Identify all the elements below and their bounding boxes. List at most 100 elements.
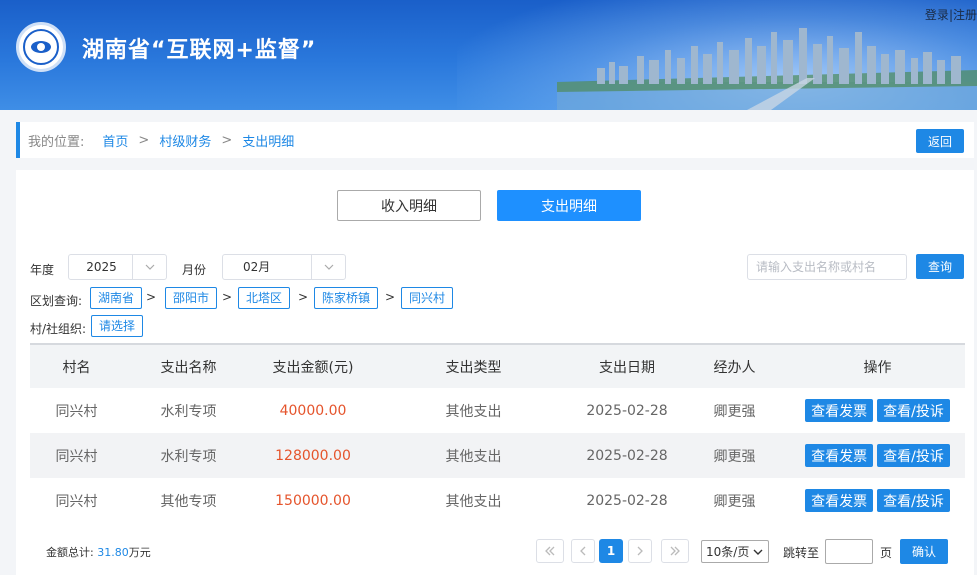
double-chevron-left-icon: [545, 546, 555, 556]
cell-expense-type: 其他支出: [445, 493, 502, 510]
login-link[interactable]: 登录: [925, 8, 949, 22]
page-size-select[interactable]: 10条/页: [701, 540, 769, 563]
region-separator: >: [298, 290, 309, 304]
org-label: 村/社组织:: [30, 322, 87, 336]
cell-expense-type: 其他支出: [445, 403, 502, 420]
breadcrumb-separator: >: [138, 132, 150, 148]
tab-expense-detail[interactable]: 支出明细: [497, 190, 641, 221]
breadcrumb-separator: >: [221, 132, 233, 148]
page-number-current[interactable]: 1: [599, 539, 623, 563]
breadcrumb-home[interactable]: 首页: [102, 131, 128, 150]
org-select-button[interactable]: 请选择: [91, 315, 144, 337]
header-village: 村名: [62, 359, 91, 376]
cell-actions: 查看发票 查看/投诉: [790, 444, 965, 467]
view-invoice-button[interactable]: 查看发票: [805, 489, 874, 512]
breadcrumb-label: 我的位置:: [28, 134, 85, 150]
view-invoice-button[interactable]: 查看发票: [805, 399, 874, 422]
region-tag-village[interactable]: 同兴村: [401, 287, 454, 309]
view-complaint-button[interactable]: 查看/投诉: [877, 399, 950, 422]
header-expense-name: 支出名称: [160, 359, 217, 376]
total-unit: 万元: [128, 546, 151, 559]
jump-page-input[interactable]: [825, 539, 873, 564]
cell-handler: 卿更强: [713, 493, 756, 510]
header-banner: 湖南省“互联网+监督” 登录|注册: [0, 0, 977, 110]
month-select[interactable]: 02月: [222, 254, 346, 280]
cell-actions: 查看发票 查看/投诉: [790, 489, 965, 512]
chevron-down-icon: [132, 255, 166, 279]
chevron-down-icon: [311, 255, 345, 279]
header-handler: 经办人: [713, 359, 756, 376]
table-row: 同兴村 其他专项 150000.00 其他支出 2025-02-28 卿更强 查…: [30, 478, 965, 523]
view-complaint-button[interactable]: 查看/投诉: [877, 489, 950, 512]
cell-handler: 卿更强: [713, 403, 756, 420]
cell-village: 同兴村: [55, 493, 98, 510]
login-register-links: 登录|注册: [925, 6, 977, 23]
region-tag-province[interactable]: 湖南省: [90, 287, 143, 309]
search-button[interactable]: 查询: [916, 254, 964, 279]
cell-village: 同兴村: [55, 448, 98, 465]
region-separator: >: [222, 290, 233, 304]
eye-icon: [31, 41, 51, 53]
chevron-down-icon: [753, 549, 763, 555]
register-link[interactable]: 注册: [953, 8, 977, 22]
amount-total: 金额总计: 31.80万元: [46, 544, 151, 560]
page-size-value: 10条/页: [706, 545, 750, 559]
breadcrumb-village-finance[interactable]: 村级财务: [159, 131, 211, 150]
header-expense-type: 支出类型: [445, 359, 502, 376]
cell-expense-amount: 150000.00: [275, 492, 351, 509]
expense-table: 村名 支出名称 支出金额(元) 支出类型 支出日期 经办人 操作 同兴村 水利专…: [30, 343, 965, 523]
cell-expense-type: 其他支出: [445, 448, 502, 465]
cell-expense-date: 2025-02-28: [586, 492, 668, 509]
total-value: 31.80: [97, 546, 129, 559]
chevron-right-icon: [637, 546, 643, 556]
year-select[interactable]: 2025: [68, 254, 167, 280]
region-tag-town[interactable]: 陈家桥镇: [314, 287, 379, 309]
confirm-jump-button[interactable]: 确认: [900, 539, 948, 564]
cell-expense-name: 其他专项: [160, 493, 217, 510]
cell-expense-name: 水利专项: [160, 403, 217, 420]
tab-income-detail[interactable]: 收入明细: [337, 190, 481, 221]
double-chevron-right-icon: [670, 546, 680, 556]
cell-expense-date: 2025-02-28: [586, 447, 668, 464]
table-row: 同兴村 水利专项 128000.00 其他支出 2025-02-28 卿更强 查…: [30, 433, 965, 478]
cell-expense-date: 2025-02-28: [586, 402, 668, 419]
breadcrumb-expense-detail[interactable]: 支出明细: [242, 131, 294, 150]
search-input[interactable]: [747, 254, 907, 280]
last-page-button[interactable]: [661, 539, 689, 563]
jump-label: 跳转至: [783, 546, 820, 560]
year-value: 2025: [86, 260, 117, 274]
first-page-button[interactable]: [536, 539, 564, 563]
chevron-left-icon: [580, 546, 586, 556]
region-separator: >: [385, 290, 396, 304]
table-row: 同兴村 水利专项 40000.00 其他支出 2025-02-28 卿更强 查看…: [30, 388, 965, 433]
total-label: 金额总计:: [46, 546, 94, 559]
month-label: 月份: [182, 263, 207, 277]
cell-expense-name: 水利专项: [160, 448, 217, 465]
site-logo[interactable]: [16, 22, 66, 72]
header-expense-date: 支出日期: [599, 359, 655, 376]
cell-expense-amount: 128000.00: [275, 447, 351, 464]
city-skyline-image: [557, 28, 977, 110]
table-header: 村名 支出名称 支出金额(元) 支出类型 支出日期 经办人 操作: [30, 343, 965, 388]
header-expense-amount: 支出金额(元): [272, 359, 354, 376]
cell-expense-amount: 40000.00: [279, 402, 347, 419]
view-complaint-button[interactable]: 查看/投诉: [877, 444, 950, 467]
region-separator: >: [146, 290, 157, 304]
prev-page-button[interactable]: [571, 539, 595, 563]
next-page-button[interactable]: [628, 539, 652, 563]
view-invoice-button[interactable]: 查看发票: [805, 444, 874, 467]
site-title: 湖南省“互联网+监督”: [82, 38, 317, 63]
region-tag-city[interactable]: 邵阳市: [165, 287, 218, 309]
region-tag-district[interactable]: 北塔区: [238, 287, 291, 309]
logo-ring: [23, 29, 59, 65]
cell-village: 同兴村: [55, 403, 98, 420]
cell-handler: 卿更强: [713, 448, 756, 465]
breadcrumb: 我的位置: 首页 > 村级财务 > 支出明细 返回: [16, 122, 974, 158]
header-actions: 操作: [863, 359, 892, 376]
year-label: 年度: [30, 263, 55, 277]
cell-actions: 查看发票 查看/投诉: [790, 399, 965, 422]
back-button[interactable]: 返回: [916, 129, 964, 153]
main-card: 收入明细 支出明细 年度 2025 月份 02月 查询 区划查询: 湖南省 > …: [16, 170, 974, 575]
month-value: 02月: [243, 260, 271, 274]
region-label: 区划查询:: [30, 294, 83, 308]
